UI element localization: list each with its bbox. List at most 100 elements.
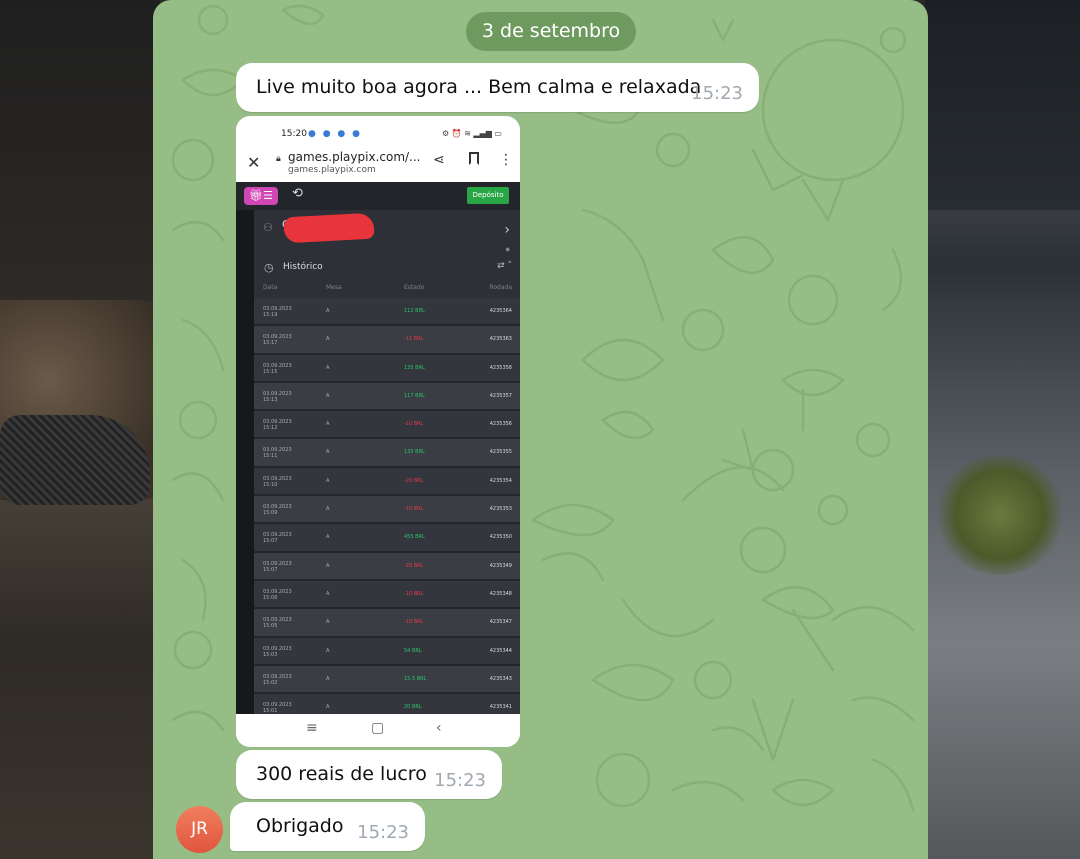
- plant-shape: [935, 455, 1065, 575]
- row-rodada: 4235353: [489, 506, 512, 513]
- row-mesa: A: [326, 647, 330, 654]
- gift-menu-icon: 🎁︎☰: [244, 187, 278, 205]
- deposit-button: Depósito: [467, 187, 509, 204]
- close-icon: ✕: [247, 153, 261, 172]
- redaction-mark: [283, 212, 375, 244]
- row-mesa: A: [326, 308, 330, 314]
- image-message[interactable]: 15:20 ● ● ● ● ⚙ ⏰ ≋ ▂▄▆ ▭ ✕ 🔒︎ games.pla…: [236, 116, 520, 747]
- history-table-rows: 03.09.2023 15:19 A 112 BRL 4235364 03.09.2023…: [254, 298, 520, 723]
- row-estado: -10 BRL: [404, 421, 424, 428]
- row-mesa: A: [326, 704, 330, 711]
- back-icon: ‹: [436, 720, 442, 736]
- table-row: 03.09.2023 15:09 A -10 BRL 4235353: [254, 496, 520, 525]
- row-estado: 135 BRL: [404, 364, 425, 371]
- row-rodada: 4235347: [489, 619, 512, 626]
- row-estado: -20 BRL: [404, 562, 424, 569]
- table-row: 03.09.2023 15:07 A 455 BRL 4235350: [254, 524, 520, 553]
- row-estado: 20 BRL: [404, 704, 422, 711]
- history-icon: ◷: [264, 261, 274, 274]
- row-date: 03.09.2023 15:05: [263, 617, 292, 630]
- row-mesa: A: [326, 506, 330, 513]
- row-rodada: 4235357: [489, 392, 512, 399]
- row-date: 03.09.2023 15:01: [263, 702, 292, 715]
- message-bubble[interactable]: 300 reais de lucro 15:23: [236, 750, 502, 799]
- row-date: 03.09.2023 15:19: [263, 306, 292, 318]
- page-url: games.playpix.com/...: [288, 150, 421, 164]
- background-right-photo: [925, 0, 1080, 859]
- row-estado: 15.5 BRL: [404, 675, 427, 682]
- phone-status-bar: 15:20 ● ● ● ● ⚙ ⏰ ≋ ▂▄▆ ▭: [236, 116, 520, 150]
- background-left-photo: [0, 0, 180, 859]
- row-mesa: A: [326, 392, 330, 399]
- history-title: Histórico: [283, 262, 323, 272]
- row-estado: 455 BRL: [404, 534, 425, 541]
- table-row: 03.09.2023 15:02 A 15.5 BRL 4235343: [254, 665, 520, 695]
- row-date: 03.09.2023 15:13: [263, 390, 292, 403]
- row-estado: 54 BRL: [404, 647, 422, 654]
- row-rodada: 4235358: [489, 364, 512, 371]
- row-date: 03.09.2023 15:03: [263, 645, 292, 658]
- column-header: Rodada: [489, 284, 512, 291]
- row-mesa: A: [326, 534, 330, 541]
- row-date: 03.09.2023 15:11: [263, 447, 292, 460]
- row-rodada: 4235364: [489, 308, 512, 314]
- row-estado: -10 BRL: [404, 590, 424, 597]
- row-mesa: A: [326, 590, 330, 597]
- row-mesa: A: [326, 364, 330, 371]
- row-rodada: 4235355: [489, 449, 512, 456]
- table-row: 03.09.2023 15:11 A 135 BRL 4235355: [254, 439, 520, 468]
- table-row: 03.09.2023 15:07 A -20 BRL 4235349: [254, 552, 520, 581]
- row-rodada: 4235341: [489, 704, 512, 711]
- row-rodada: 4235348: [489, 590, 512, 597]
- row-estado: 117 BRL: [404, 392, 425, 399]
- message-bubble[interactable]: Obrigado 15:23: [230, 802, 425, 851]
- chat-panel[interactable]: 3 de setembro Live muito boa agora ... B…: [153, 0, 928, 859]
- phone-nav-bar: ≡ ▢ ‹: [236, 714, 520, 747]
- message-bubble[interactable]: Live muito boa agora ... Bem calma e rel…: [236, 63, 759, 112]
- table-row: 03.09.2023 15:15 A 135 BRL 4235358: [254, 354, 520, 383]
- row-estado: 112 BRL: [404, 308, 425, 314]
- message-text: Obrigado: [256, 814, 344, 837]
- page-domain: games.playpix.com: [288, 165, 376, 175]
- browser-address-bar: ✕ 🔒︎ games.playpix.com/... games.playpix…: [236, 150, 520, 182]
- row-estado: -20 BRL: [404, 477, 424, 484]
- history-header: ◷ Histórico ⇄ ˄: [254, 257, 520, 281]
- history-panel: ⚇ C › ◆ ◷ Histórico ⇄ ˄ Data Mesa Estado…: [254, 210, 520, 723]
- row-mesa: A: [326, 336, 330, 343]
- column-header: Data: [263, 284, 278, 291]
- casino-app-view: 🎁︎☰ ⟲ Depósito ⚇ C › ◆ ◷ Histórico ⇄ ˄: [236, 182, 520, 723]
- chip-icon: ◆: [505, 246, 510, 253]
- row-date: 03.09.2023 15:10: [263, 475, 292, 488]
- phone-clock: 15:20: [281, 129, 307, 139]
- table-row: 03.09.2023 15:10 A -20 BRL 4235354: [254, 467, 520, 497]
- row-rodada: 4235350: [489, 534, 512, 541]
- row-estado: 135 BRL: [404, 449, 425, 456]
- user-icon: ⚇: [263, 221, 273, 234]
- app-topbar: 🎁︎☰ ⟲ Depósito: [236, 182, 520, 210]
- row-date: 03.09.2023 15:02: [263, 673, 292, 686]
- table-row: 03.09.2023 15:03 A 54 BRL 4235344: [254, 637, 520, 666]
- row-mesa: A: [326, 477, 330, 484]
- home-icon: ▢: [371, 720, 385, 736]
- chevron-right-icon: ›: [504, 222, 510, 238]
- row-date: 03.09.2023 15:07: [263, 560, 292, 573]
- row-date: 03.09.2023 15:17: [263, 334, 292, 347]
- table-row: 03.09.2023 15:05 A -10 BRL 4235347: [254, 609, 520, 638]
- row-mesa: A: [326, 675, 330, 682]
- message-time: 15:23: [434, 770, 486, 791]
- user-row: ⚇ C › ◆: [254, 210, 520, 254]
- wall-highlight: [925, 210, 1080, 270]
- row-rodada: 4235363: [489, 336, 512, 343]
- row-mesa: A: [326, 449, 330, 456]
- filter-collapse-icons: ⇄ ˄: [497, 261, 512, 271]
- row-rodada: 4235349: [489, 562, 512, 569]
- row-estado: -11 BRL: [404, 336, 424, 343]
- lock-icon: 🔒︎: [276, 154, 281, 164]
- share-icon: ⋖: [433, 152, 445, 168]
- row-date: 03.09.2023 15:12: [263, 419, 292, 432]
- avatar[interactable]: JR: [176, 806, 223, 853]
- chair-mesh: [0, 415, 150, 505]
- table-row: 03.09.2023 15:17 A -11 BRL 4235363: [254, 326, 520, 355]
- message-time: 15:23: [357, 822, 409, 843]
- system-icons: ⚙ ⏰ ≋ ▂▄▆ ▭: [441, 129, 502, 138]
